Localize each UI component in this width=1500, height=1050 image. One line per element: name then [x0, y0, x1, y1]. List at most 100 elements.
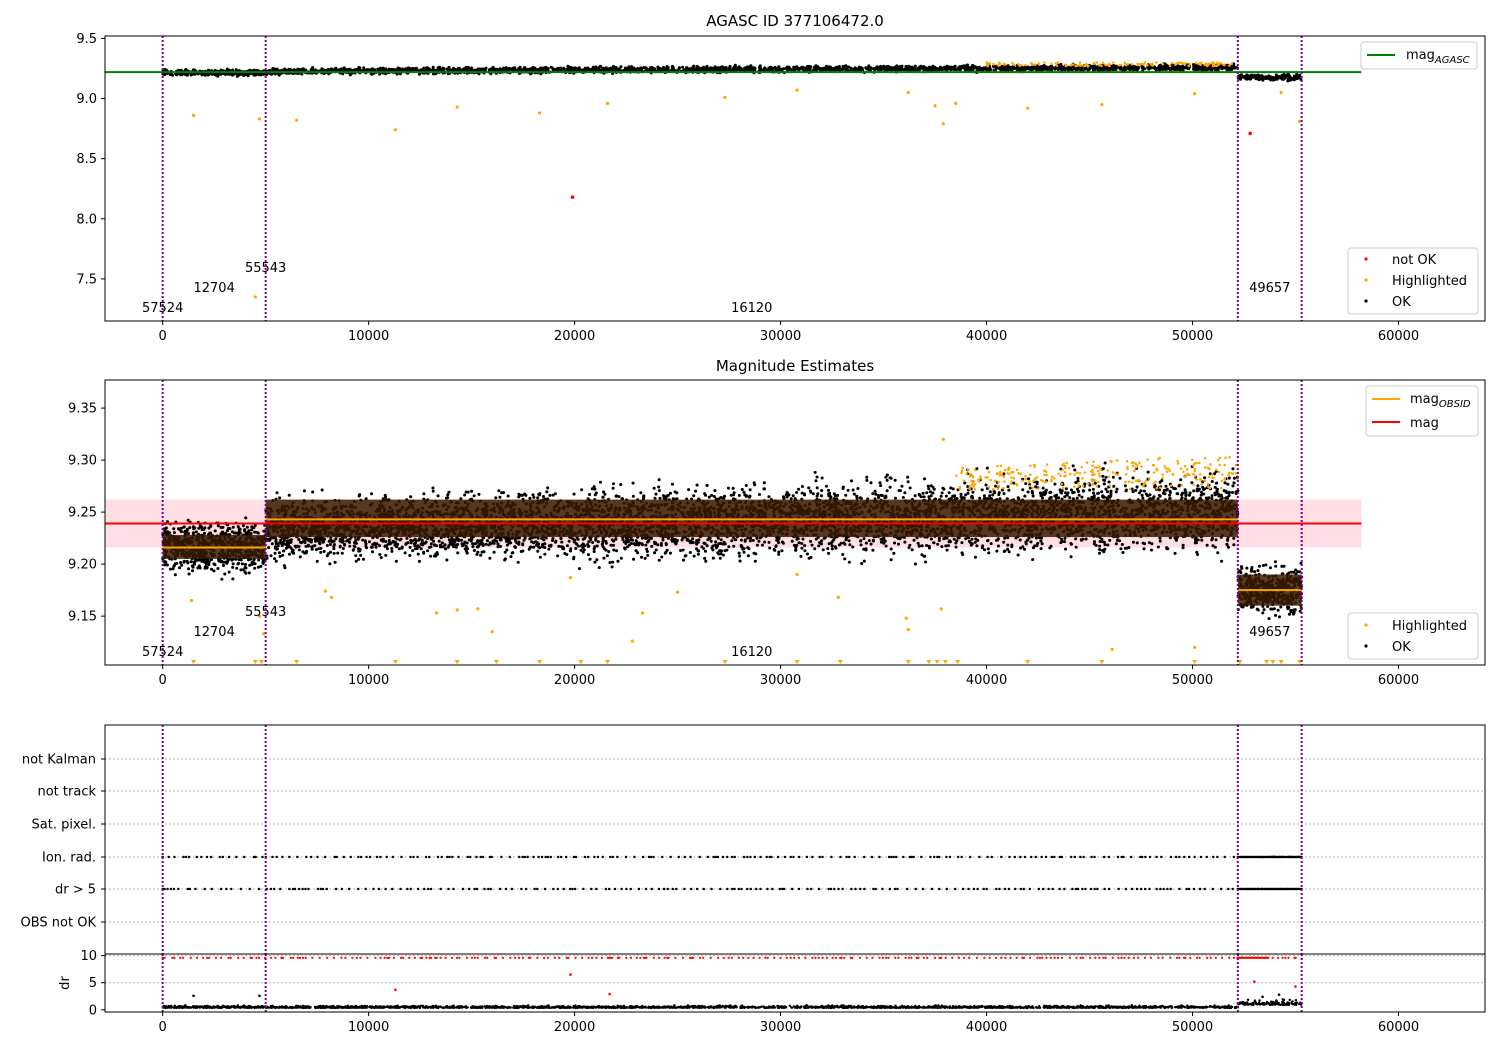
dr-point: [192, 994, 195, 997]
highlighted-point: [942, 438, 945, 441]
y-tick-label: 8.5: [76, 152, 97, 167]
x-tick-label: 30000: [760, 1020, 801, 1035]
dr-y-tick-label: 10: [80, 949, 97, 964]
highlighted-point: [723, 96, 726, 99]
y-tick-label: 9.0: [76, 92, 97, 107]
highlighted-point: [1111, 648, 1114, 651]
y-tick-label: 9.30: [68, 454, 97, 469]
highlighted-point: [1100, 103, 1103, 106]
agasc-title: AGASC ID 377106472.0: [706, 12, 884, 30]
obsid-label: 16120: [731, 301, 772, 316]
x-tick-label: 30000: [760, 673, 801, 688]
flag-row-label: dr > 5: [55, 883, 96, 898]
flag-row-label: Ion. rad.: [42, 851, 96, 866]
not-ok-legend-label: not OK: [1392, 253, 1437, 268]
y-tick-label: 9.20: [68, 558, 97, 573]
magnitude-estimates-title: Magnitude Estimates: [716, 357, 874, 375]
ok-legend-label-2: OK: [1392, 640, 1411, 655]
x-tick-label: 0: [159, 1020, 167, 1035]
figure: AGASC ID 377106472.0 57524 12704 55543 1612…: [0, 0, 1500, 1050]
obsid-label: 55543: [245, 261, 286, 276]
y-tick-label: 8.0: [76, 212, 97, 227]
agasc-legend-upper: magAGASC: [1361, 42, 1477, 69]
flag-row-label: OBS not OK: [21, 916, 97, 931]
flag-row-label: Sat. pixel.: [32, 818, 96, 833]
y-tick-label: 7.5: [76, 272, 97, 287]
highlighted-point: [1193, 92, 1196, 95]
obsid-label: 12704: [193, 281, 234, 296]
highlighted-point: [1026, 107, 1029, 110]
highlighted-point: [569, 576, 572, 579]
not-ok-point: [1248, 132, 1252, 136]
x-tick-label: 60000: [1378, 1020, 1419, 1035]
highlighted-point: [907, 91, 910, 94]
highlighted-point: [295, 119, 298, 122]
x-tick-label: 30000: [760, 329, 801, 344]
obsid-label: 55543: [245, 605, 286, 620]
ok-legend-label: OK: [1392, 295, 1411, 310]
x-tick-label: 20000: [554, 673, 595, 688]
x-tick-label: 20000: [554, 1020, 595, 1035]
dr-y-tick-label: 5: [89, 976, 97, 991]
dr-point: [1261, 996, 1264, 999]
y-tick-label: 9.5: [76, 32, 97, 47]
dr-point: [394, 988, 397, 991]
highlighted-point: [942, 122, 945, 125]
y-tick-label: 9.15: [68, 610, 97, 625]
dr-y-tick-label: 0: [89, 1003, 97, 1018]
dr-axis-label: dr: [58, 976, 73, 990]
highlighted-point: [954, 102, 957, 105]
flag-row-label: not Kalman: [22, 753, 96, 768]
highlighted-point: [641, 611, 644, 614]
highlighted-point: [538, 111, 541, 114]
x-tick-label: 0: [159, 673, 167, 688]
highlighted-point: [491, 630, 494, 633]
obsid-label: 12704: [193, 625, 234, 640]
ok-legend-marker-2: [1364, 644, 1367, 647]
x-tick-label: 40000: [966, 1020, 1007, 1035]
x-tick-label: 10000: [348, 673, 389, 688]
highlighted-legend-marker: [1364, 278, 1367, 281]
x-tick-label: 60000: [1378, 673, 1419, 688]
magnitude-legend-upper: magOBSID mag: [1366, 386, 1478, 436]
x-tick-label: 10000: [348, 1020, 389, 1035]
highlighted-point: [330, 596, 333, 599]
x-tick-label: 0: [159, 329, 167, 344]
highlighted-point: [837, 596, 840, 599]
obsid-label: 49657: [1249, 281, 1290, 296]
dr-point: [1278, 993, 1281, 996]
highlighted-point: [606, 102, 609, 105]
highlighted-point: [190, 599, 193, 602]
highlighted-point: [254, 295, 257, 298]
highlighted-point: [905, 617, 908, 620]
highlighted-point: [258, 117, 261, 120]
highlighted-point: [456, 105, 459, 108]
highlighted-point: [795, 573, 798, 576]
not-ok-legend-marker: [1364, 257, 1367, 260]
highlighted-point: [676, 591, 679, 594]
ok-legend-marker: [1364, 299, 1367, 302]
highlighted-point: [394, 128, 397, 131]
highlighted-point: [192, 114, 195, 117]
mag-legend-label: mag: [1410, 416, 1439, 431]
highlighted-point: [631, 639, 634, 642]
highlighted-point: [795, 89, 798, 92]
highlighted-point: [1193, 646, 1196, 649]
highlighted-legend-label-2: Highlighted: [1392, 619, 1467, 634]
highlighted-point: [933, 104, 936, 107]
obsid-band: [266, 500, 1238, 537]
dr-point: [258, 994, 261, 997]
dr-point: [1294, 985, 1297, 988]
y-tick-label: 9.25: [68, 506, 97, 521]
highlighted-point: [907, 628, 910, 631]
highlighted-point: [435, 611, 438, 614]
highlighted-point: [476, 607, 479, 610]
obsid-label: 57524: [142, 301, 183, 316]
agasc-legend-lower: not OK Highlighted OK: [1348, 248, 1478, 314]
highlighted-point: [1279, 91, 1282, 94]
not-ok-point: [571, 195, 575, 199]
highlighted-point: [456, 608, 459, 611]
highlighted-legend-marker-2: [1364, 623, 1367, 626]
flag-row-label: not track: [37, 785, 96, 800]
dr-point: [569, 973, 572, 976]
